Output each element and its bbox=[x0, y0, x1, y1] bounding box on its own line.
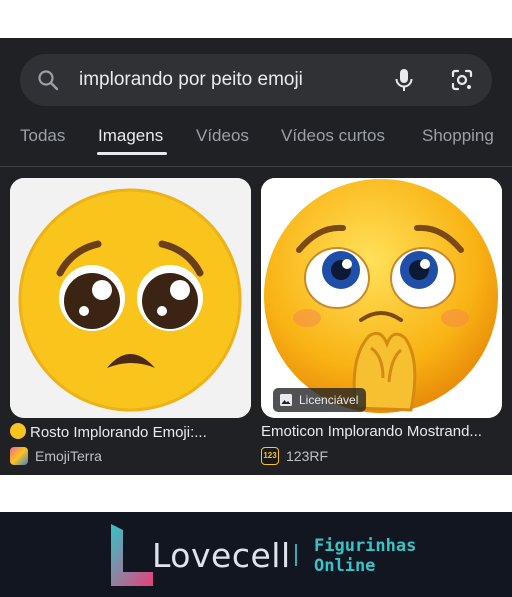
top-margin bbox=[0, 0, 512, 38]
emojiterra-logo-icon bbox=[10, 447, 28, 465]
result-source-1[interactable]: EmojiTerra bbox=[10, 447, 102, 465]
result-image-2[interactable]: Licenciável bbox=[261, 178, 502, 418]
tab-todas[interactable]: Todas bbox=[20, 126, 65, 146]
lovecell-banner: Lovecell Figurinhas Online bbox=[0, 512, 512, 597]
praying-pleading-emoji-icon bbox=[261, 178, 502, 418]
tab-videos[interactable]: Vídeos bbox=[196, 126, 249, 146]
microphone-icon[interactable] bbox=[392, 67, 416, 93]
image-icon bbox=[280, 394, 292, 406]
brand-tagline: Figurinhas Online bbox=[314, 536, 417, 576]
result-image-1[interactable] bbox=[10, 178, 251, 418]
search-query[interactable]: implorando por peito emoji bbox=[79, 68, 303, 92]
pleading-face-emoji-icon bbox=[10, 178, 251, 418]
brand-name: Lovecell bbox=[152, 536, 291, 575]
tabs-divider bbox=[0, 166, 512, 167]
123rf-logo-icon: 123 bbox=[261, 447, 279, 465]
licensable-badge[interactable]: Licenciável bbox=[273, 388, 367, 412]
result-title-1[interactable]: Rosto Implorando Emoji:... bbox=[10, 423, 255, 441]
result-title-2[interactable]: Emoticon Implorando Mostrand... bbox=[261, 423, 506, 440]
tab-videos-curtos[interactable]: Vídeos curtos bbox=[281, 126, 385, 146]
search-tabs: Todas Imagens Vídeos Vídeos curtos Shopp… bbox=[0, 122, 512, 166]
tab-shopping[interactable]: Shopping bbox=[422, 126, 494, 146]
brand-separator bbox=[295, 544, 297, 566]
tab-imagens[interactable]: Imagens bbox=[98, 126, 163, 146]
pleading-face-emoji-icon bbox=[10, 423, 26, 439]
result-source-2[interactable]: 123 123RF bbox=[261, 447, 328, 465]
search-icon[interactable] bbox=[36, 68, 60, 92]
google-lens-icon[interactable] bbox=[450, 68, 474, 92]
search-bar[interactable]: implorando por peito emoji bbox=[20, 54, 492, 106]
search-results-screen: implorando por peito emoji Todas Imagens… bbox=[0, 38, 512, 475]
licensable-label: Licenciável bbox=[299, 393, 359, 407]
active-tab-indicator bbox=[97, 152, 167, 155]
